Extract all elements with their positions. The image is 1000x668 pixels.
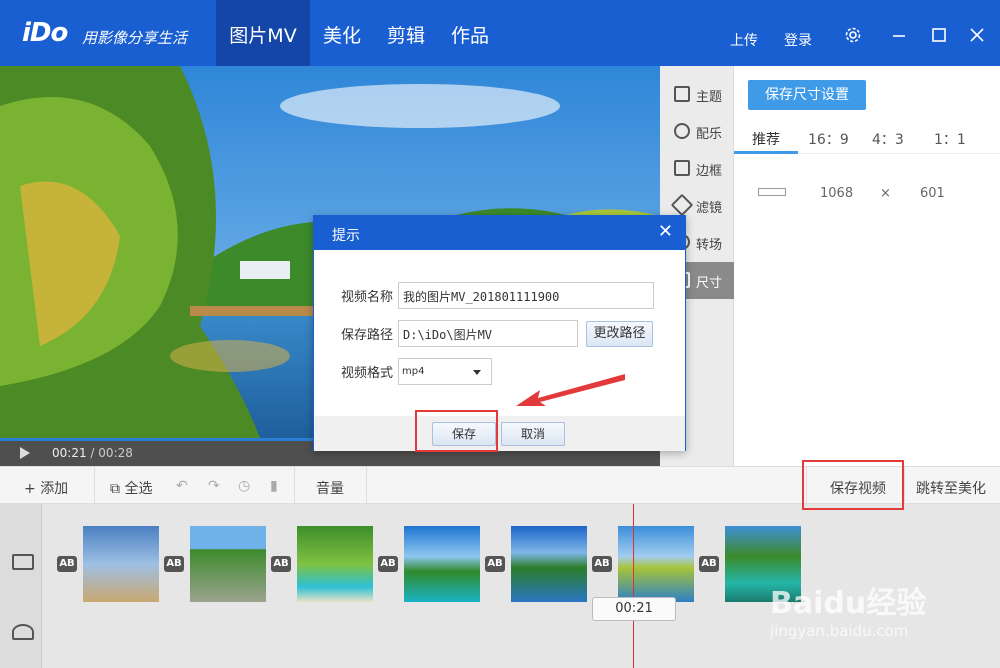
- annotation-box-save: [415, 410, 498, 452]
- upload-link[interactable]: 上传: [730, 30, 758, 50]
- sidebar-item-label: 尺寸: [696, 276, 723, 291]
- tab-works[interactable]: 作品: [440, 0, 500, 66]
- clip-thumbnail-1[interactable]: [83, 526, 159, 602]
- times-sign: ×: [880, 186, 891, 201]
- timeline-playhead[interactable]: [633, 504, 634, 668]
- add-label: 添加: [40, 481, 69, 497]
- ruler-icon: [758, 188, 786, 196]
- transition-badge[interactable]: AB: [592, 556, 612, 572]
- current-time: 00:21: [52, 446, 87, 460]
- frame-icon: [674, 160, 690, 176]
- undo-icon[interactable]: ↶: [176, 478, 188, 494]
- watermark-brand: Baidu经验: [770, 586, 927, 621]
- cancel-button[interactable]: 取消: [501, 422, 565, 446]
- shirt-icon: [674, 86, 690, 102]
- login-link[interactable]: 登录: [784, 30, 812, 50]
- sidebar-item-music[interactable]: 配乐: [660, 113, 734, 150]
- close-icon[interactable]: [968, 26, 986, 44]
- timeline-track-icons: [0, 504, 42, 668]
- sidebar-item-label: 主题: [696, 90, 723, 105]
- music-track-add-icon[interactable]: [12, 624, 34, 640]
- filter-icon: [670, 193, 694, 217]
- title-bar: iDo 用影像分享生活 图片MV 美化 剪辑 作品 上传 登录: [0, 0, 1000, 66]
- save-path-label: 保存路径: [341, 328, 394, 343]
- select-all-button[interactable]: ⧉ 全选: [110, 478, 152, 498]
- delete-icon[interactable]: ▮: [270, 478, 278, 494]
- add-button[interactable]: + 添加: [24, 478, 68, 498]
- gear-icon[interactable]: [844, 26, 862, 44]
- tab-picture-mv[interactable]: 图片MV: [216, 0, 310, 66]
- sidebar-item-label: 配乐: [696, 127, 723, 142]
- annotation-arrow-icon: [516, 374, 625, 406]
- select-all-label: 全选: [124, 481, 153, 497]
- redo-icon[interactable]: ↷: [208, 478, 220, 494]
- video-name-field[interactable]: 我的图片MV_201801111900: [398, 282, 654, 309]
- play-icon[interactable]: [20, 447, 30, 459]
- clip-thumbnail-3[interactable]: [297, 526, 373, 602]
- app-slogan: 用影像分享生活: [82, 29, 188, 47]
- toolbar-divider: [904, 467, 905, 505]
- tab-edit[interactable]: 剪辑: [376, 0, 436, 66]
- transition-badge[interactable]: AB: [164, 556, 184, 572]
- toolbar-divider: [294, 467, 295, 505]
- dialog-footer: 保存 取消: [314, 416, 685, 451]
- sidebar-item-label: 滤镜: [696, 201, 723, 216]
- sidebar-item-label: 边框: [696, 164, 723, 179]
- save-size-settings-button[interactable]: 保存尺寸设置: [748, 80, 866, 110]
- annotation-box-save-video: [802, 460, 904, 510]
- transition-badge[interactable]: AB: [485, 556, 505, 572]
- size-settings-panel: 保存尺寸设置 推荐 16：9 4：3 1：1 1068 × 601: [734, 66, 1000, 466]
- minimize-icon[interactable]: [890, 26, 908, 44]
- transition-badge[interactable]: AB: [699, 556, 719, 572]
- height-value: 601: [920, 186, 945, 201]
- sidebar-item-theme[interactable]: 主题: [660, 76, 734, 113]
- app-logo: iDo: [22, 18, 68, 48]
- ratio-tab-recommended[interactable]: 推荐: [752, 129, 780, 149]
- ratio-tab-4-3[interactable]: 4：3: [872, 129, 904, 149]
- maximize-icon[interactable]: [930, 26, 948, 44]
- chevron-down-icon: [473, 370, 481, 375]
- video-track-add-icon[interactable]: [12, 554, 34, 570]
- save-video-dialog: 提示 ✕ 视频名称 我的图片MV_201801111900 保存路径 D:\iD…: [313, 215, 686, 451]
- change-path-button[interactable]: 更改路径: [586, 321, 653, 347]
- ratio-tab-1-1[interactable]: 1：1: [934, 129, 966, 149]
- music-note-icon: [674, 123, 690, 139]
- transition-badge[interactable]: AB: [271, 556, 291, 572]
- video-format-select[interactable]: mp4: [398, 358, 492, 385]
- transition-badge[interactable]: AB: [57, 556, 77, 572]
- video-format-label: 视频格式: [341, 366, 394, 381]
- active-tab-indicator: [734, 151, 798, 154]
- time-separator: /: [90, 446, 95, 460]
- tab-beautify[interactable]: 美化: [312, 0, 372, 66]
- dialog-header: 提示 ✕: [314, 216, 685, 250]
- clip-thumbnail-5[interactable]: [511, 526, 587, 602]
- volume-button[interactable]: 音量: [316, 478, 344, 498]
- playback-time: 00:21 / 00:28: [52, 446, 133, 460]
- toolbar-divider: [366, 467, 367, 505]
- dialog-close-icon[interactable]: ✕: [658, 223, 673, 241]
- sidebar-item-frame[interactable]: 边框: [660, 150, 734, 187]
- save-path-field[interactable]: D:\iDo\图片MV: [398, 320, 578, 347]
- video-format-value: mp4: [402, 366, 425, 377]
- width-value: 1068: [820, 186, 854, 201]
- sidebar-item-label: 转场: [696, 238, 723, 253]
- transition-badge[interactable]: AB: [378, 556, 398, 572]
- goto-beautify-button[interactable]: 跳转至美化: [916, 478, 986, 498]
- ratio-tab-16-9[interactable]: 16：9: [808, 129, 849, 149]
- clock-icon[interactable]: ◷: [238, 478, 250, 494]
- clip-thumbnail-2[interactable]: [190, 526, 266, 602]
- toolbar-divider: [94, 467, 95, 505]
- total-time: 00:28: [98, 446, 133, 460]
- ratio-tabs: 推荐 16：9 4：3 1：1: [734, 122, 1000, 154]
- dialog-title: 提示: [332, 228, 360, 244]
- watermark-url: jingyan.baidu.com: [770, 622, 909, 640]
- clip-thumbnail-6[interactable]: [618, 526, 694, 602]
- clip-thumbnail-4[interactable]: [404, 526, 480, 602]
- playhead-time: 00:21: [592, 597, 676, 621]
- video-name-label: 视频名称: [341, 290, 394, 305]
